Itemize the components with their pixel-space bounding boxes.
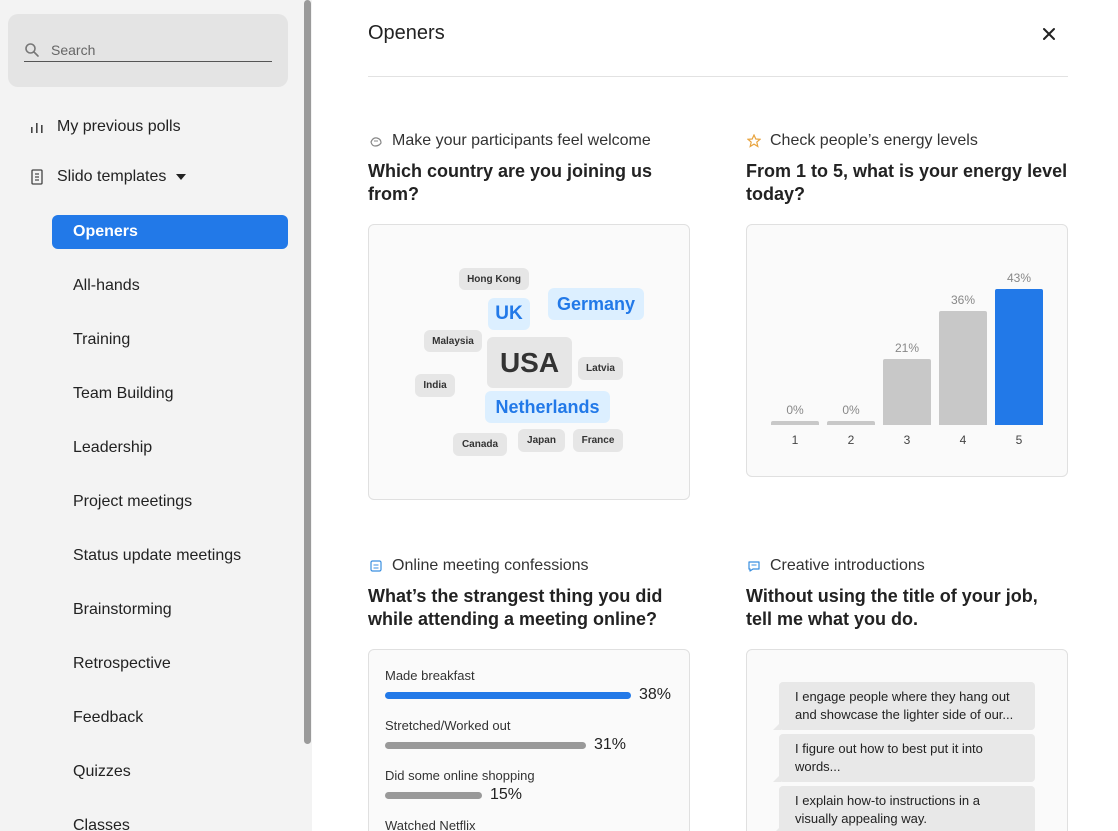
poll-option-label: Watched Netflix — [385, 818, 476, 831]
image-icon — [368, 558, 384, 574]
search-field[interactable] — [24, 38, 272, 62]
nav-my-previous-polls[interactable]: My previous polls — [30, 118, 181, 136]
search-container — [8, 14, 288, 87]
page-title: Openers — [368, 22, 445, 44]
poll-option-bar — [385, 691, 631, 699]
card-question: From 1 to 5, what is your energy level t… — [746, 161, 1068, 204]
card-question: What’s the strangest thing you did while… — [368, 586, 663, 629]
chart-value-label: 43% — [1006, 271, 1032, 285]
word-cloud-item: Canada — [453, 433, 507, 456]
word-cloud-item: Hong Kong — [459, 268, 529, 290]
poll-option: Stretched/Worked out 31% — [385, 718, 626, 754]
chart-value-label: 36% — [950, 293, 976, 307]
poll-option-percent: 38% — [639, 686, 672, 703]
chart-category-label: 3 — [903, 433, 911, 447]
bar-chart-icon — [30, 120, 44, 134]
nav-item-team-building[interactable]: Team Building — [52, 367, 288, 421]
chart-value-label: 21% — [894, 341, 920, 355]
nav-item-status-update-meetings[interactable]: Status update meetings — [52, 529, 288, 583]
poll-option: Made breakfast 38% — [385, 668, 671, 704]
card-category: Make your participants feel welcome — [368, 131, 690, 151]
word-cloud-preview: Hong Kong UK Germany Malaysia USA Latvia… — [368, 224, 690, 500]
chart-bar — [995, 289, 1043, 425]
word-cloud-item: Germany — [548, 288, 644, 320]
word-cloud-item: Malaysia — [424, 330, 482, 352]
search-input[interactable] — [51, 41, 251, 58]
template-categories: Openers All-hands Training Team Building… — [52, 205, 288, 831]
card-category-label: Online meeting confessions — [392, 557, 589, 574]
card-question: Which country are you joining us from? — [368, 161, 653, 204]
card-category-label: Check people’s energy levels — [770, 132, 978, 149]
template-card-introductions[interactable]: Creative introductions Without using the… — [746, 556, 1068, 831]
nav-item-classes[interactable]: Classes — [52, 799, 288, 831]
chart-bar — [827, 421, 875, 425]
chart-bar — [883, 359, 931, 425]
nav-item-feedback[interactable]: Feedback — [52, 691, 288, 745]
chart-bar — [771, 421, 819, 425]
poll-option-bar — [385, 791, 482, 799]
caret-down-icon[interactable] — [176, 174, 187, 180]
word-cloud-item: India — [415, 374, 455, 397]
answer-bubble: I explain how-to instructions in a visua… — [773, 786, 1035, 831]
card-category: Creative introductions — [746, 556, 1068, 576]
chart-category-label: 5 — [1015, 433, 1023, 447]
nav-my-previous-polls-label: My previous polls — [57, 118, 181, 135]
main-panel: Openers Make your participants feel welc… — [312, 0, 1118, 831]
star-icon — [746, 133, 762, 149]
nav-item-leadership[interactable]: Leadership — [52, 421, 288, 475]
nav-slido-templates[interactable]: Slido templates — [30, 168, 187, 186]
word-cloud-item: Latvia — [578, 357, 623, 380]
word-cloud-item: France — [573, 429, 623, 452]
nav-item-openers[interactable]: Openers — [52, 215, 288, 249]
card-category: Check people’s energy levels — [746, 131, 1068, 151]
answer-bubble: I figure out how to best put it into wor… — [773, 734, 1035, 782]
template-card-confessions[interactable]: Online meeting confessions What’s the st… — [368, 556, 690, 831]
poll-option-label: Made breakfast — [385, 668, 475, 683]
chat-icon — [746, 558, 762, 574]
card-category-label: Make your participants feel welcome — [392, 132, 651, 149]
nav-item-quizzes[interactable]: Quizzes — [52, 745, 288, 799]
chart-bar — [939, 311, 987, 425]
close-button[interactable] — [1040, 25, 1058, 43]
poll-option: Watched Netflix — [385, 818, 476, 831]
nav-item-all-hands[interactable]: All-hands — [52, 259, 288, 313]
chart-value-label: 0% — [786, 403, 804, 417]
nav-item-brainstorming[interactable]: Brainstorming — [52, 583, 288, 637]
word-cloud-item: Netherlands — [485, 391, 610, 423]
chart-value-label: 0% — [842, 403, 860, 417]
chart-category-label: 4 — [959, 433, 967, 447]
template-card-energy[interactable]: Check people’s energy levels From 1 to 5… — [746, 131, 1068, 477]
poll-option-bar — [385, 741, 586, 749]
sidebar: My previous polls Slido templates Opener… — [0, 0, 312, 831]
nav-slido-templates-label: Slido templates — [57, 168, 167, 185]
answer-bubble: I engage people where they hang out and … — [773, 682, 1035, 730]
open-text-preview: I engage people where they hang out and … — [746, 649, 1068, 831]
nav-item-training[interactable]: Training — [52, 313, 288, 367]
poll-option: Did some online shopping 15% — [385, 768, 535, 804]
poll-option-percent: 15% — [490, 786, 523, 803]
header-divider — [368, 76, 1068, 77]
nav-item-retrospective[interactable]: Retrospective — [52, 637, 288, 691]
close-icon — [1043, 28, 1055, 40]
poll-option-percent: 31% — [594, 736, 627, 753]
chart-category-label: 2 — [847, 433, 855, 447]
document-icon — [30, 169, 44, 185]
nav-item-project-meetings[interactable]: Project meetings — [52, 475, 288, 529]
sidebar-scrollbar[interactable] — [304, 0, 311, 744]
template-card-welcome[interactable]: Make your participants feel welcome Whic… — [368, 131, 690, 500]
word-cloud-item: UK — [488, 298, 530, 330]
card-category-label: Creative introductions — [770, 557, 925, 574]
word-cloud-item: Japan — [518, 429, 565, 452]
bar-chart-preview: 0% 1 0% 2 21% 3 36% 4 43% 5 — [746, 224, 1068, 477]
chart-category-label: 1 — [791, 433, 799, 447]
poll-results-preview: Made breakfast 38% Stretched/Worked out … — [368, 649, 690, 831]
card-question: Without using the title of your job, tel… — [746, 586, 1038, 629]
poll-option-label: Did some online shopping — [385, 768, 535, 783]
poll-option-label: Stretched/Worked out — [385, 718, 511, 733]
wave-icon — [368, 133, 384, 149]
search-icon — [25, 42, 39, 57]
word-cloud-item: USA — [487, 337, 572, 388]
card-category: Online meeting confessions — [368, 556, 690, 576]
